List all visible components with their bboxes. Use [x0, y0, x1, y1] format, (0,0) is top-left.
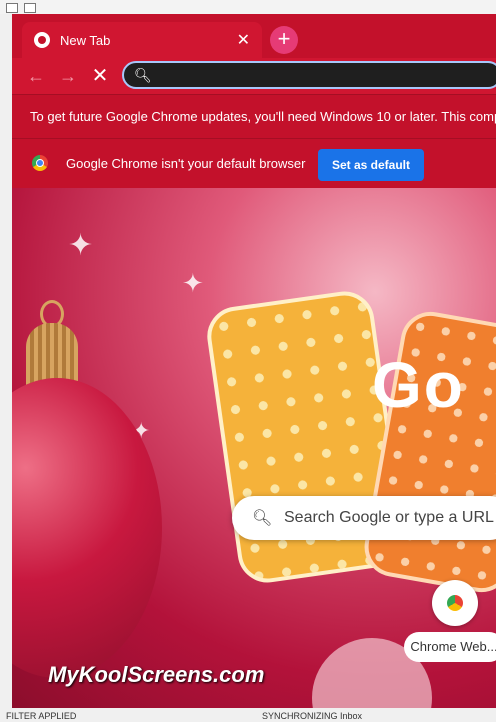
chrome-window: New Tab ✕ + ← → ✕ 🔍︎ To get future Googl… — [12, 14, 496, 708]
shortcut-label[interactable]: Chrome Web... — [404, 632, 496, 662]
host-status-right: SYNCHRONIZING Inbox — [262, 711, 363, 721]
search-icon: 🔍︎ — [252, 510, 273, 527]
ntp-search-box[interactable]: 🔍︎ Search Google or type a URL — [232, 496, 496, 540]
new-tab-button[interactable]: + — [270, 26, 298, 54]
address-bar[interactable]: 🔍︎ — [122, 61, 496, 89]
chrome-logo-icon — [32, 155, 48, 171]
stop-loading-icon[interactable]: ✕ — [88, 64, 112, 88]
google-logo: Go — [372, 349, 465, 421]
new-tab-page: ✦ ✦ ✦ Go 🔍︎ Search Google or type a URL … — [12, 188, 496, 708]
sparkle-icon: ✦ — [182, 268, 204, 298]
default-browser-infobar: Google Chrome isn't your default browser… — [12, 138, 496, 189]
set-as-default-button[interactable]: Set as default — [318, 149, 424, 181]
tab-favicon-icon — [34, 32, 50, 48]
toolbar: ← → ✕ 🔍︎ — [12, 58, 496, 94]
host-window-top — [0, 0, 496, 14]
shortcut-chrome-web-store[interactable] — [432, 580, 478, 626]
host-status-bar: FILTER APPLIED SYNCHRONIZING Inbox — [0, 708, 496, 722]
update-warning-text: To get future Google Chrome updates, you… — [30, 109, 496, 124]
search-icon: 🔍︎ — [134, 67, 152, 83]
default-browser-text: Google Chrome isn't your default browser — [66, 156, 306, 171]
search-placeholder: Search Google or type a URL — [284, 509, 494, 526]
host-status-left: FILTER APPLIED — [6, 711, 77, 721]
tab-strip: New Tab ✕ + — [12, 14, 496, 58]
back-icon[interactable]: ← — [24, 64, 48, 88]
host-app-icon — [24, 3, 36, 13]
tab-new-tab[interactable]: New Tab ✕ — [22, 22, 262, 58]
update-warning-banner: To get future Google Chrome updates, you… — [12, 94, 496, 139]
tab-close-icon[interactable]: ✕ — [237, 30, 250, 50]
host-app-icon — [6, 3, 18, 13]
sparkle-icon: ✦ — [68, 229, 94, 262]
chrome-web-store-icon — [447, 595, 463, 611]
forward-icon[interactable]: → — [56, 64, 80, 88]
watermark: MyKoolScreens.com — [48, 662, 265, 687]
tab-title: New Tab — [60, 32, 111, 48]
